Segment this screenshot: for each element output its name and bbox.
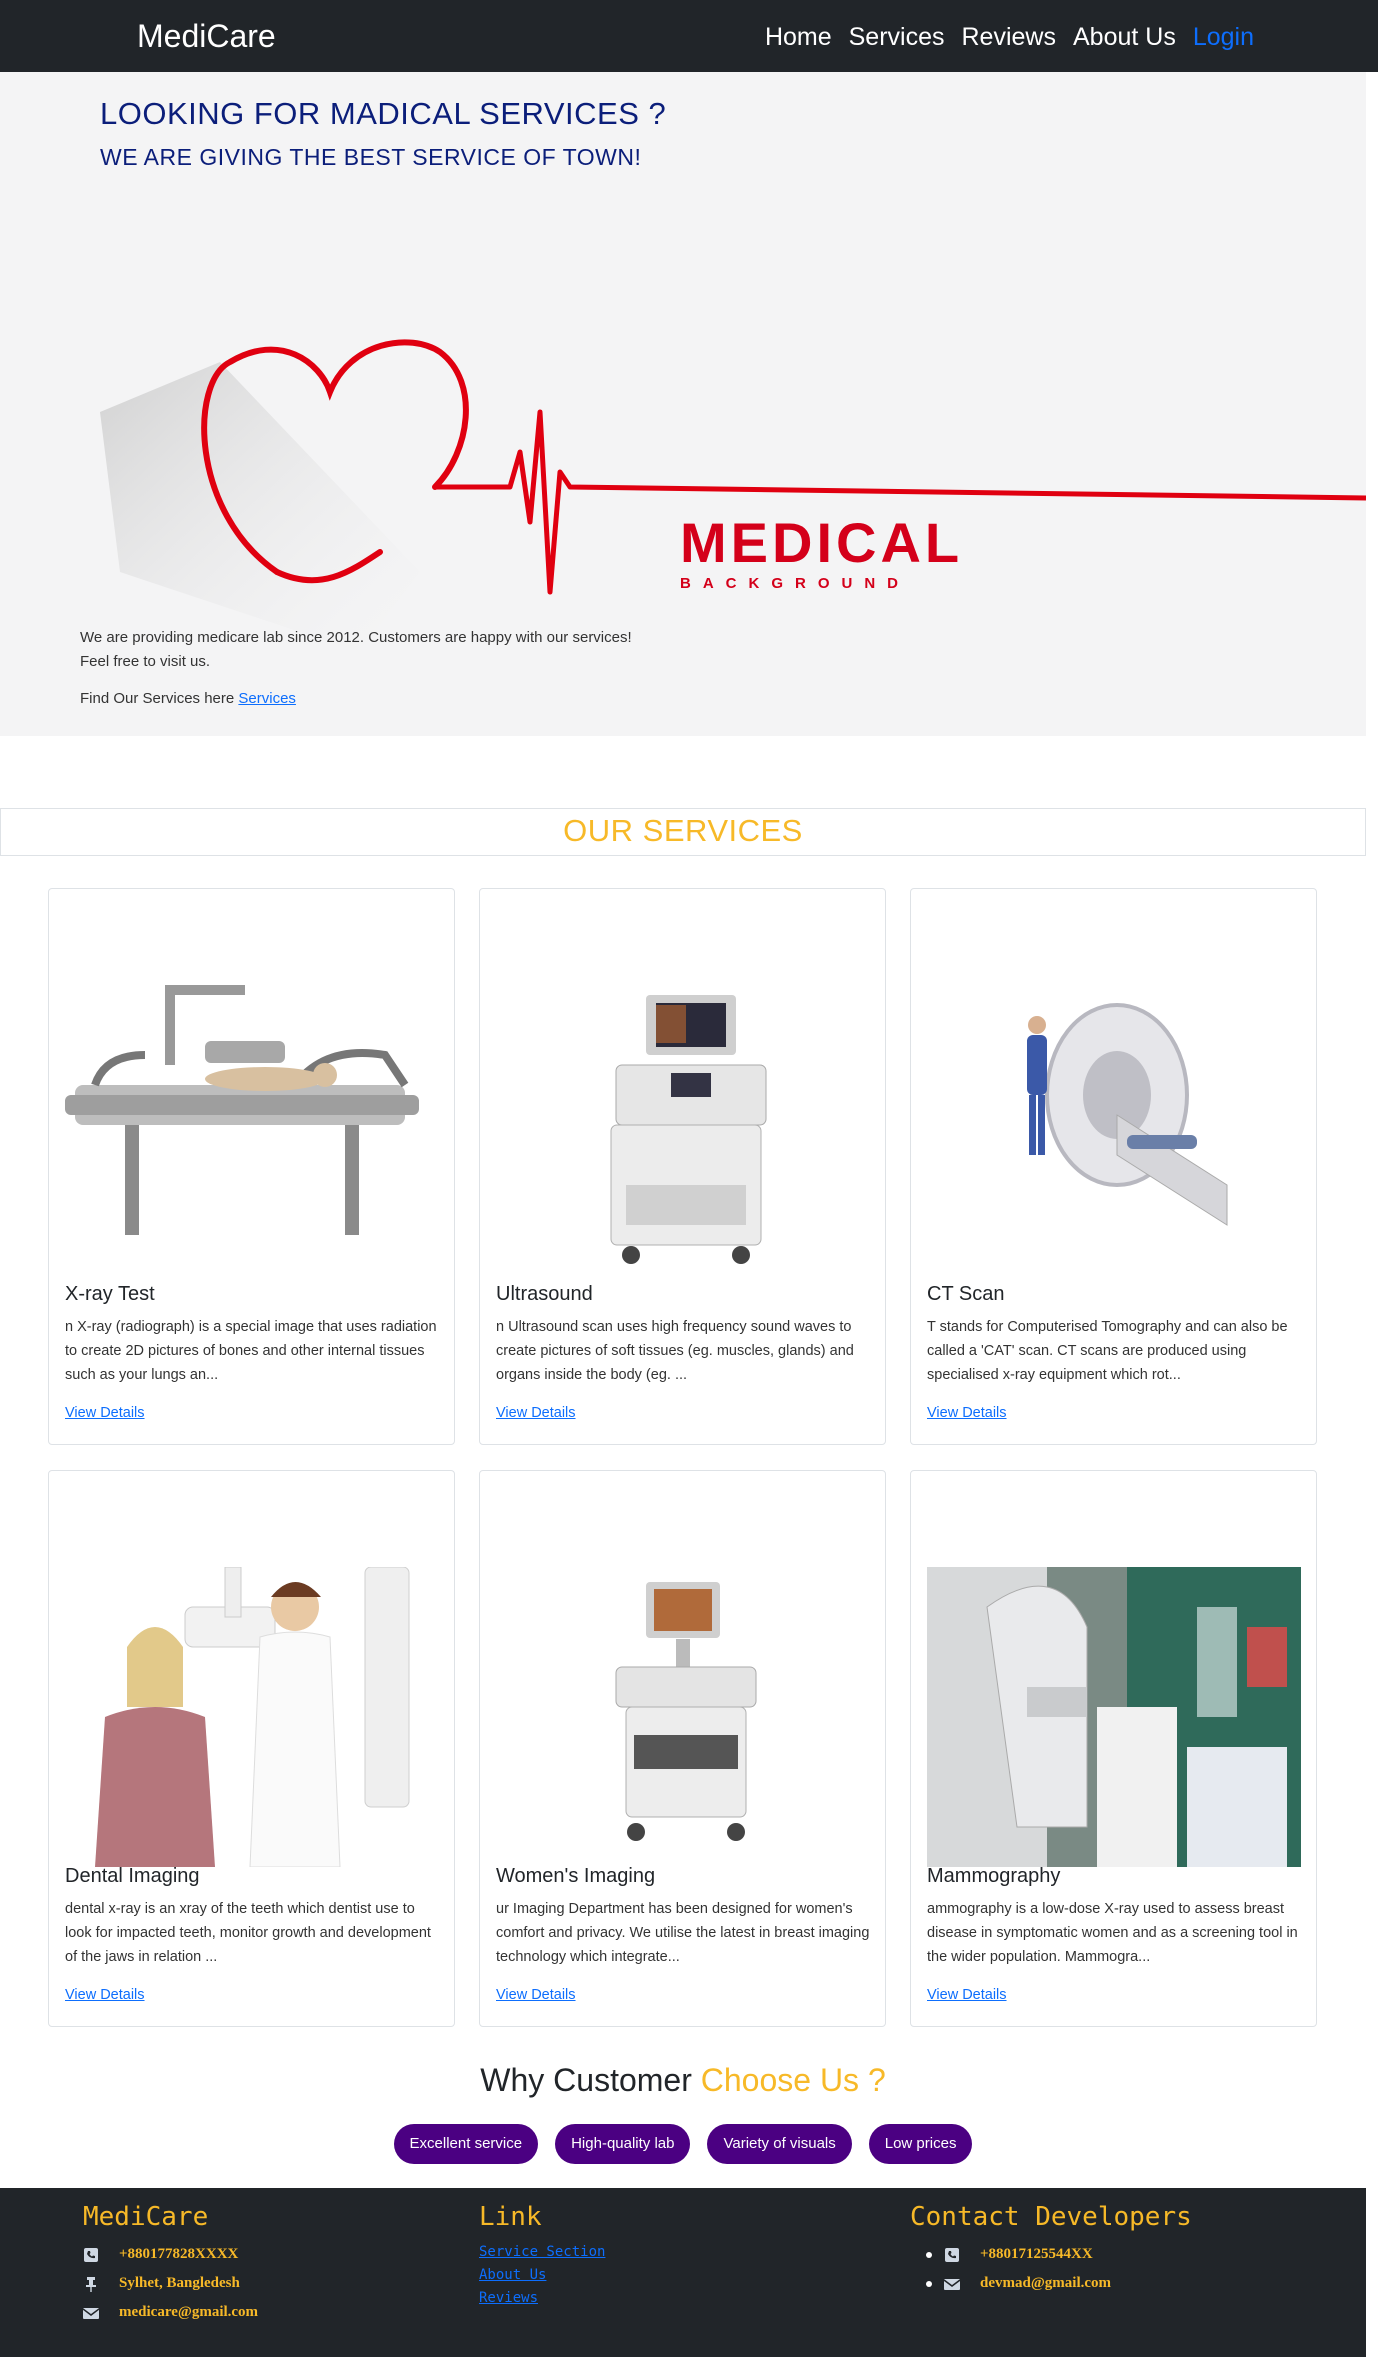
footer: MediCare +880177828XXXX Sylhet, Banglede…: [0, 2188, 1366, 2357]
why-choose-us-heading: Why Customer Choose Us ?: [480, 2062, 886, 2098]
ct-scanner-image: [1027, 1003, 1228, 1226]
mammography-image: [927, 1567, 1301, 1867]
envelope-icon: [944, 2278, 960, 2290]
envelope-icon: [83, 2307, 99, 2319]
services-heading-box: OUR SERVICES: [0, 808, 1366, 856]
card-title: Women's Imaging: [496, 1865, 656, 1887]
navbar: MediCare Home Services Reviews About Us …: [0, 0, 1378, 72]
footer-link-heading: Link: [479, 2202, 542, 2232]
heart-shadow: [100, 362, 420, 652]
footer-dev-email: devmad@gmail.com: [910, 2275, 1192, 2292]
service-card-mammography: Mammography ammography is a low-dose X-r…: [910, 1470, 1317, 2027]
nav-login[interactable]: Login: [1193, 23, 1254, 52]
hero-subtitle: WE ARE GIVING THE BEST SERVICE OF TOWN!: [100, 144, 642, 170]
card-title: Mammography: [927, 1865, 1061, 1887]
nav-services[interactable]: Services: [849, 23, 945, 52]
footer-developers-column: Contact Developers +88017125544XX devmad…: [910, 2202, 1192, 2304]
hero-description: We are providing medicare lab since 2012…: [80, 629, 632, 670]
dental-xray-image: [95, 1567, 439, 1867]
footer-dev-phone: +88017125544XX: [910, 2246, 1192, 2263]
footer-brand: MediCare: [83, 2202, 209, 2232]
service-card-womens-imaging: Women's Imaging ur Imaging Department ha…: [479, 1470, 886, 2027]
nav-home[interactable]: Home: [765, 23, 832, 52]
footer-dev-heading: Contact Developers: [910, 2202, 1192, 2232]
hero-find-services: Find Our Services here Services: [80, 690, 296, 707]
service-card-ultrasound: Ultrasound n Ultrasound scan uses high f…: [479, 888, 886, 1445]
view-details-link[interactable]: View Details: [65, 1987, 145, 2003]
card-title: X-ray Test: [65, 1283, 155, 1305]
service-card-dental-imaging: Dental Imaging dental x-ray is an xray o…: [48, 1470, 455, 2027]
hero-title: LOOKING FOR MADICAL SERVICES ?: [100, 96, 667, 131]
footer-links-column: Link Service Section About Us Reviews: [479, 2202, 605, 2313]
footer-link-service-section[interactable]: Service Section: [479, 2244, 605, 2260]
footer-email: medicare@gmail.com: [83, 2304, 258, 2321]
pin-icon: [86, 2276, 96, 2292]
view-details-link[interactable]: View Details: [496, 1987, 576, 2003]
footer-phone: +880177828XXXX: [83, 2246, 258, 2263]
card-title: Dental Imaging: [65, 1865, 200, 1887]
nav-about-us[interactable]: About Us: [1073, 23, 1176, 52]
background-word: BACKGROUND: [680, 575, 910, 592]
phone-icon: [945, 2247, 959, 2262]
service-card-ct-scan: CT Scan T stands for Computerised Tomogr…: [910, 888, 1317, 1445]
card-text: ur Imaging Department has been designed …: [496, 1901, 870, 1965]
pill-variety-of-visuals: Variety of visuals: [707, 2124, 852, 2164]
pill-low-prices: Low prices: [868, 2124, 973, 2164]
service-card-xray: X-ray Test n X-ray (radiograph) is a spe…: [48, 888, 455, 1445]
view-details-link[interactable]: View Details: [927, 1405, 1007, 1421]
services-heading: OUR SERVICES: [563, 813, 803, 848]
medical-word: MEDICAL: [680, 511, 963, 574]
card-text: n Ultrasound scan uses high frequency so…: [496, 1319, 854, 1383]
footer-link-reviews[interactable]: Reviews: [479, 2290, 605, 2306]
card-title: Ultrasound: [496, 1283, 593, 1305]
pill-excellent-service: Excellent service: [393, 2124, 539, 2164]
xray-machine-image: [65, 985, 419, 1235]
view-details-link[interactable]: View Details: [927, 1987, 1007, 2003]
feature-pills: Excellent service High-quality lab Varie…: [0, 2124, 1366, 2164]
medical-heart-art: MEDICAL BACKGROUND: [100, 339, 1366, 652]
brand-logo[interactable]: MediCare: [137, 18, 276, 55]
nav-links: Home Services Reviews About Us Login: [765, 23, 1254, 52]
ultrasound-machine-image: [610, 995, 767, 1264]
footer-brand-column: MediCare +880177828XXXX Sylhet, Banglede…: [83, 2202, 258, 2333]
card-text: T stands for Computerised Tomography and…: [927, 1319, 1288, 1383]
hero-banner: LOOKING FOR MADICAL SERVICES ? WE ARE GI…: [0, 72, 1366, 736]
footer-link-about-us[interactable]: About Us: [479, 2267, 605, 2283]
card-text: ammography is a low-dose X-ray used to a…: [927, 1901, 1298, 1965]
phone-icon: [84, 2247, 98, 2262]
view-details-link[interactable]: View Details: [496, 1405, 576, 1421]
view-details-link[interactable]: View Details: [65, 1405, 145, 1421]
pill-high-quality-lab: High-quality lab: [555, 2124, 691, 2164]
hero-services-link[interactable]: Services: [238, 690, 296, 707]
footer-address: Sylhet, Bangledesh: [83, 2275, 258, 2292]
womens-imaging-image: [615, 1582, 757, 1841]
card-title: CT Scan: [927, 1283, 1005, 1305]
nav-reviews[interactable]: Reviews: [962, 23, 1056, 52]
card-text: n X-ray (radiograph) is a special image …: [65, 1319, 437, 1383]
card-text: dental x-ray is an xray of the teeth whi…: [65, 1901, 431, 1965]
